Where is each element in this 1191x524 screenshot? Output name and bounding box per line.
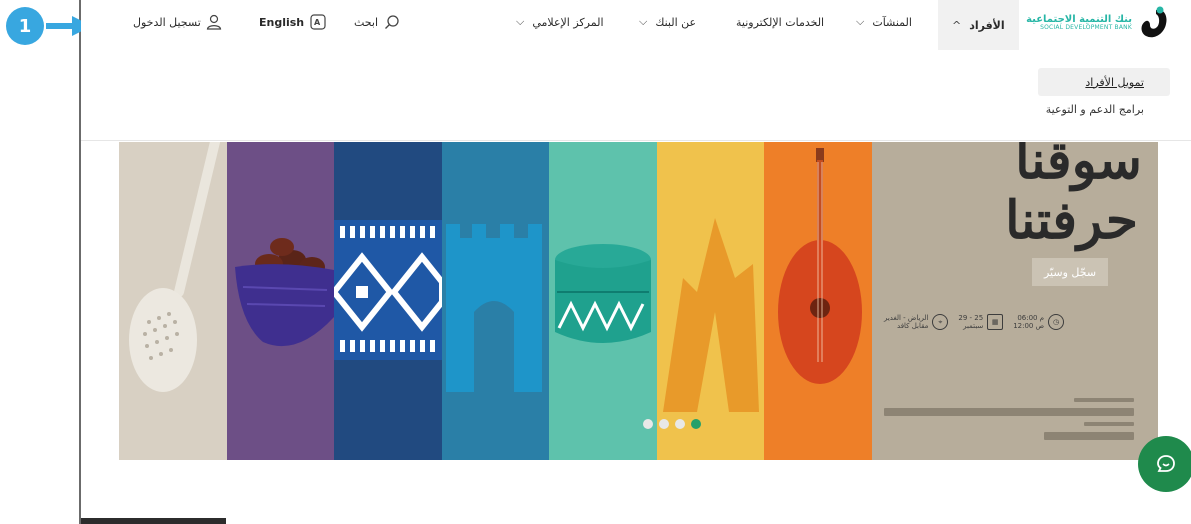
login-button[interactable]: تسجيل الدخول <box>133 0 222 44</box>
hero-title-line-2: حرفتنا <box>1005 190 1138 251</box>
chevron-down-icon: ⌵ <box>856 15 865 28</box>
submenu-item-individual-financing[interactable]: تمويل الأفراد <box>1038 68 1170 96</box>
individuals-submenu: تمويل الأفراد برامج الدعم و التوعية <box>81 50 1191 141</box>
sponsor-logo <box>884 408 1134 416</box>
craft-slide-cushion <box>549 142 657 460</box>
bank-logo[interactable]: بنك التنمية الاجتماعية SOCIAL DEVELOPMEN… <box>1026 6 1168 40</box>
craft-slide-fort <box>442 142 549 460</box>
oud-illustration <box>778 148 862 384</box>
search-label: ابحث <box>354 15 379 29</box>
dates-bowl-illustration <box>235 238 334 347</box>
top-navigation: تسجيل الدخول English A ابحث ⌵ المركز الإ… <box>81 0 1191 50</box>
carousel-dot-active[interactable] <box>691 419 701 429</box>
nav-item-media-center[interactable]: ⌵ المركز الإعلامي <box>516 0 604 44</box>
search-icon <box>385 15 399 29</box>
nav-item-establishments[interactable]: ⌵ المنشآت <box>856 0 912 44</box>
hero-info-panel: سوقنا حرفتنا سجّل وسيّر الرياض - الغدير … <box>872 142 1158 460</box>
venue-text: مقابل كافد <box>897 322 929 330</box>
cushion-illustration <box>555 244 651 343</box>
nav-label: المركز الإعلامي <box>532 15 604 29</box>
sponsor-logos <box>884 398 1134 444</box>
login-label: تسجيل الدخول <box>133 15 201 29</box>
craft-slide-tent <box>657 142 764 460</box>
craft-slide-oud <box>764 142 872 460</box>
register-button[interactable]: سجّل وسيّر <box>1032 258 1108 286</box>
fort-illustration <box>446 224 542 392</box>
nav-item-individuals[interactable]: ^ الأفراد <box>938 0 1019 50</box>
craft-slide-dates <box>227 142 334 460</box>
sponsor-logo <box>1044 432 1134 440</box>
sponsor-logo <box>1084 422 1134 426</box>
translate-icon: A <box>310 14 326 30</box>
event-details: الرياض - الغدير مقابل كافد ⌖ 29 - 25 سبت… <box>884 314 1065 330</box>
nav-label: عن البنك <box>655 15 697 29</box>
chat-icon <box>1157 455 1175 472</box>
bottom-toolbar <box>81 518 226 524</box>
svg-text:A: A <box>314 18 321 27</box>
submenu-item-support-programs[interactable]: برامج الدعم و التوعية <box>1046 103 1144 116</box>
logo-mark-icon <box>1141 6 1167 38</box>
search-button[interactable]: ابحث <box>354 0 400 44</box>
event-dates: 29 - 25 سبتمبر ▦ <box>958 314 1004 330</box>
chevron-up-icon: ^ <box>952 18 962 32</box>
event-times: 06:00 م 12:00 ص ◷ <box>1013 314 1065 330</box>
nav-label: المنشآت <box>872 15 912 29</box>
location-pin-icon: ⌖ <box>932 314 949 330</box>
carousel-pagination <box>643 419 701 429</box>
carousel-dot[interactable] <box>659 419 669 429</box>
craft-slide-spoon <box>119 142 227 460</box>
month-text: سبتمبر <box>963 322 984 330</box>
calendar-icon: ▦ <box>987 314 1004 330</box>
chevron-down-icon: ⌵ <box>639 15 648 28</box>
sponsor-logo <box>1074 398 1134 402</box>
user-icon <box>206 14 221 30</box>
time-end-text: 12:00 ص <box>1013 322 1045 330</box>
sadu-pattern-illustration <box>330 220 445 360</box>
language-label: English <box>259 15 305 29</box>
language-toggle[interactable]: English A <box>259 0 326 44</box>
chat-button[interactable] <box>1138 436 1191 492</box>
hero-title-line-1: سوقنا <box>1015 142 1142 191</box>
nav-label: الأفراد <box>969 18 1005 32</box>
location-text: الرياض - الغدير <box>884 314 929 322</box>
nav-label: الخدمات الإلكترونية <box>736 15 825 29</box>
spoon-illustration <box>129 142 220 392</box>
time-start-text: 06:00 م <box>1017 314 1045 322</box>
clock-icon: ◷ <box>1048 314 1065 330</box>
carousel-dot[interactable] <box>643 419 653 429</box>
logo-english-text: SOCIAL DEVELOPMENT BANK <box>1040 24 1132 32</box>
dates-text: 29 - 25 <box>958 314 984 322</box>
step-badge: 1 <box>6 7 44 45</box>
hero-banner[interactable]: سوقنا حرفتنا سجّل وسيّر الرياض - الغدير … <box>119 142 1158 460</box>
tent-illustration <box>663 218 759 412</box>
craft-slide-sadu <box>330 142 445 460</box>
nav-item-e-services[interactable]: الخدمات الإلكترونية <box>736 0 824 44</box>
carousel-dot[interactable] <box>675 419 685 429</box>
chevron-down-icon: ⌵ <box>516 15 525 28</box>
nav-item-about-bank[interactable]: ⌵ عن البنك <box>639 0 696 44</box>
event-location: الرياض - الغدير مقابل كافد ⌖ <box>884 314 949 330</box>
